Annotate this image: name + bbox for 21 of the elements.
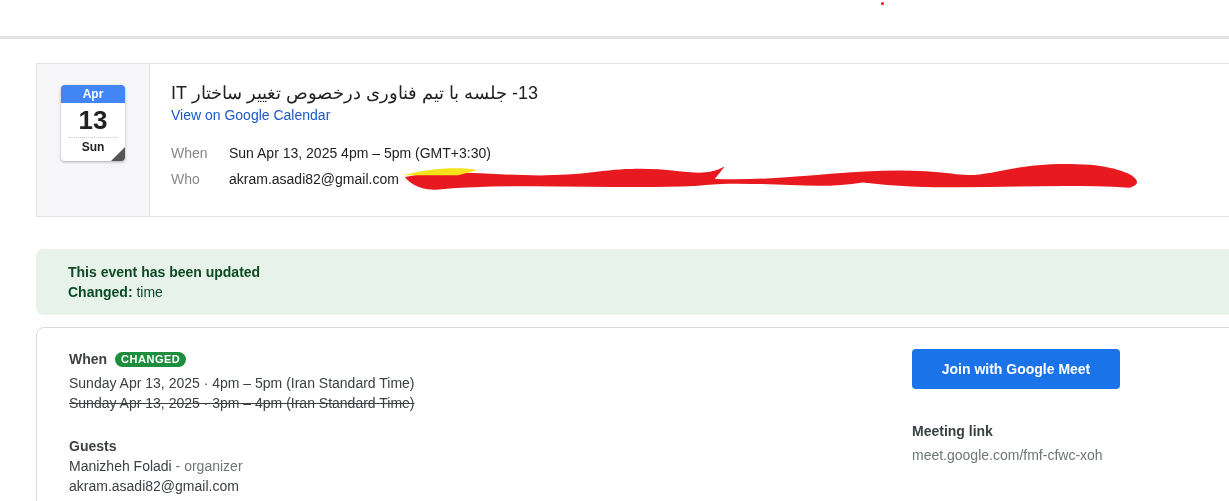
- meeting-link-label: Meeting link: [912, 422, 994, 441]
- previous-time: Sunday Apr 13, 2025 · 3pm – 4pm (Iran Standard Time): [69, 394, 416, 413]
- meeting-link[interactable]: meet.google.com/fmf-cfwc-xoh: [912, 445, 1152, 465]
- banner-heading: This event has been updated: [68, 263, 262, 282]
- event-time: Sunday Apr 13, 2025 · 4pm – 5pm (Iran Standard Time): [69, 374, 416, 393]
- guest-role: - organizer: [174, 458, 243, 474]
- field-label: Who: [171, 170, 201, 189]
- field-value: Sun Apr 13, 2025 4pm – 5pm (GMT+3:30): [229, 144, 491, 163]
- changed-badge: CHANGED: [115, 351, 187, 367]
- join-meet-button[interactable]: Join with Google Meet: [912, 349, 1120, 389]
- stray-dot: [881, 2, 884, 5]
- field-value: akram.asadi82@gmail.com: [229, 170, 399, 189]
- guest-name: akram.asadi82@gmail.com: [69, 478, 239, 494]
- change-note: Changed: time: [68, 283, 164, 302]
- field-label: When: [171, 144, 209, 163]
- event-title: 13- جلسه با تیم فناوری درخصوص تغییر ساختار IT: [171, 82, 539, 106]
- guests-label: Guests: [69, 437, 118, 456]
- when-label: When: [69, 350, 108, 369]
- guest-name: Manizheh Foladi: [69, 458, 172, 474]
- view-calendar-link[interactable]: View on Google Calendar: [171, 106, 331, 124]
- calendar-date-icon: Apr 13 Sun: [61, 85, 125, 161]
